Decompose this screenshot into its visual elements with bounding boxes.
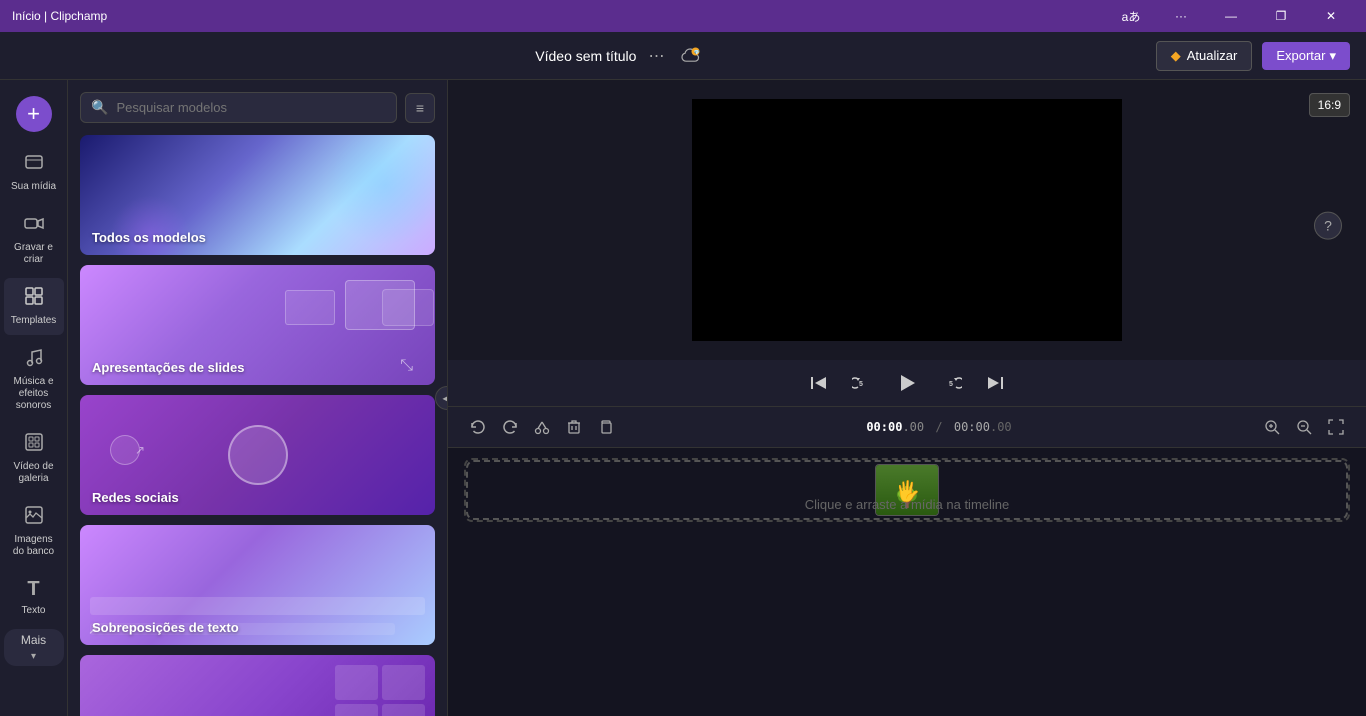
minimize-btn[interactable]: —: [1208, 0, 1254, 32]
sidebar-label-music: Música e efeitos sonoros: [8, 376, 60, 412]
sidebar-item-text[interactable]: T Texto: [4, 570, 64, 625]
template-card-overlay[interactable]: ↗ Sobreposições de texto: [80, 525, 435, 645]
template-card-layouts[interactable]: ↗ Layouts: [80, 655, 435, 716]
music-icon: [24, 347, 44, 372]
sidebar-label-more: Mais: [21, 633, 46, 647]
copy-button[interactable]: [592, 413, 620, 441]
sidebar-item-stock[interactable]: Imagens do banco: [4, 497, 64, 566]
sidebar-item-music[interactable]: Música e efeitos sonoros: [4, 339, 64, 420]
header-right: ◆ Atualizar Exportar ▾: [1156, 41, 1350, 71]
time-display: 00:00.00 / 00:00.00: [866, 420, 1011, 434]
templates-panel: 🔍 ≡ Todos os modelos: [68, 80, 448, 716]
toolbar-right: [1258, 413, 1350, 441]
collapse-panel-btn[interactable]: ◀: [435, 386, 448, 410]
text-icon: T: [27, 578, 39, 601]
playback-controls: 5 5: [448, 360, 1366, 406]
fit-button[interactable]: [1322, 413, 1350, 441]
aspect-ratio-badge: 16:9: [1309, 96, 1350, 114]
sidebar-label-stock: Imagens do banco: [8, 534, 60, 558]
record-icon: [24, 213, 44, 238]
forward-button[interactable]: 5: [938, 369, 966, 397]
sidebar-label-gallery: Vídeo de galeria: [8, 461, 60, 485]
header-bar: Vídeo sem título ⋯ 💎 ◆ Atualizar Exporta…: [0, 32, 1366, 80]
card-label-social: Redes sociais: [92, 490, 179, 505]
template-card-social[interactable]: ↗ Redes sociais: [80, 395, 435, 515]
search-input-wrap[interactable]: 🔍: [80, 92, 397, 123]
sidebar-item-templates[interactable]: Templates: [4, 278, 64, 335]
media-icon: [24, 152, 44, 177]
rewind-button[interactable]: 5: [848, 369, 876, 397]
app-title: Início | Clipchamp: [12, 9, 107, 23]
more-btn[interactable]: ···: [1158, 0, 1204, 32]
video-preview: 16:9 ?: [448, 80, 1366, 360]
toolbar-left: [464, 413, 620, 441]
video-canvas: [692, 99, 1122, 341]
search-icon: 🔍: [91, 99, 108, 116]
chevron-down-icon: ▾: [1329, 48, 1336, 64]
more-chevron-icon: ▾: [31, 651, 36, 662]
help-button[interactable]: ?: [1314, 212, 1342, 240]
video-title: Vídeo sem título: [535, 48, 636, 64]
delete-button[interactable]: [560, 413, 588, 441]
help-icon: ?: [1324, 218, 1332, 234]
header-center: Vídeo sem título ⋯ 💎: [535, 42, 704, 70]
editor-toolbar: 00:00.00 / 00:00.00: [448, 406, 1366, 448]
content-area: + Sua mídia Gravar e criar Templates: [0, 80, 1366, 716]
card-thumbnail-layouts: ↗: [80, 655, 435, 716]
cloud-btn[interactable]: 💎: [676, 42, 704, 70]
sidebar-label-templates: Templates: [11, 315, 57, 327]
template-card-slides[interactable]: ⤡ Apresentações de slides: [80, 265, 435, 385]
redo-button[interactable]: [496, 413, 524, 441]
maximize-btn[interactable]: ❐: [1258, 0, 1304, 32]
sidebar-item-record[interactable]: Gravar e criar: [4, 205, 64, 274]
zoom-out-button[interactable]: [1290, 413, 1318, 441]
card-label-slides: Apresentações de slides: [92, 360, 244, 375]
icon-sidebar: + Sua mídia Gravar e criar Templates: [0, 80, 68, 716]
template-card-all[interactable]: Todos os modelos: [80, 135, 435, 255]
titlebar-controls: aあ ··· — ❐ ✕: [1108, 0, 1354, 32]
sidebar-label-text: Texto: [22, 605, 46, 617]
export-button[interactable]: Exportar ▾: [1262, 42, 1350, 70]
video-more-btn[interactable]: ⋯: [644, 42, 668, 70]
svg-text:5: 5: [859, 381, 863, 388]
card-label-overlay: Sobreposições de texto: [92, 620, 239, 635]
sidebar-item-more[interactable]: Mais ▾: [4, 629, 64, 666]
stock-icon: [24, 505, 44, 530]
add-new-button[interactable]: +: [16, 96, 52, 132]
filter-button[interactable]: ≡: [405, 93, 435, 123]
close-btn[interactable]: ✕: [1308, 0, 1354, 32]
titlebar-left: Início | Clipchamp: [12, 9, 107, 23]
play-button[interactable]: [892, 368, 922, 398]
plus-icon: +: [27, 101, 40, 127]
preview-area: 16:9 ? 5 5: [448, 80, 1366, 716]
app-body: Vídeo sem título ⋯ 💎 ◆ Atualizar Exporta…: [0, 32, 1366, 716]
templates-icon: [24, 286, 44, 311]
diamond-icon: ◆: [1171, 48, 1181, 64]
sidebar-label-record: Gravar e criar: [8, 242, 60, 266]
update-button[interactable]: ◆ Atualizar: [1156, 41, 1253, 71]
gallery-icon: [24, 432, 44, 457]
skip-forward-button[interactable]: [982, 369, 1010, 397]
titlebar: Início | Clipchamp aあ ··· — ❐ ✕: [0, 0, 1366, 32]
sidebar-label-media: Sua mídia: [11, 181, 56, 193]
timeline-track[interactable]: 🌳 🖐 Clique e arraste a mídia na timeline: [464, 458, 1350, 522]
undo-button[interactable]: [464, 413, 492, 441]
skip-back-button[interactable]: [804, 369, 832, 397]
font-btn[interactable]: aあ: [1108, 0, 1154, 32]
svg-text:5: 5: [949, 381, 953, 388]
search-bar: 🔍 ≡: [80, 92, 435, 123]
cut-button[interactable]: [528, 413, 556, 441]
svg-text:💎: 💎: [694, 49, 700, 56]
search-input[interactable]: [116, 100, 385, 115]
timeline-area: 🌳 🖐 Clique e arraste a mídia na timeline: [448, 448, 1366, 716]
zoom-in-button[interactable]: [1258, 413, 1286, 441]
card-label-all: Todos os modelos: [92, 230, 206, 245]
sidebar-item-media[interactable]: Sua mídia: [4, 144, 64, 201]
sidebar-item-gallery[interactable]: Vídeo de galeria: [4, 424, 64, 493]
timeline-placeholder: Clique e arraste a mídia na timeline: [805, 497, 1010, 512]
